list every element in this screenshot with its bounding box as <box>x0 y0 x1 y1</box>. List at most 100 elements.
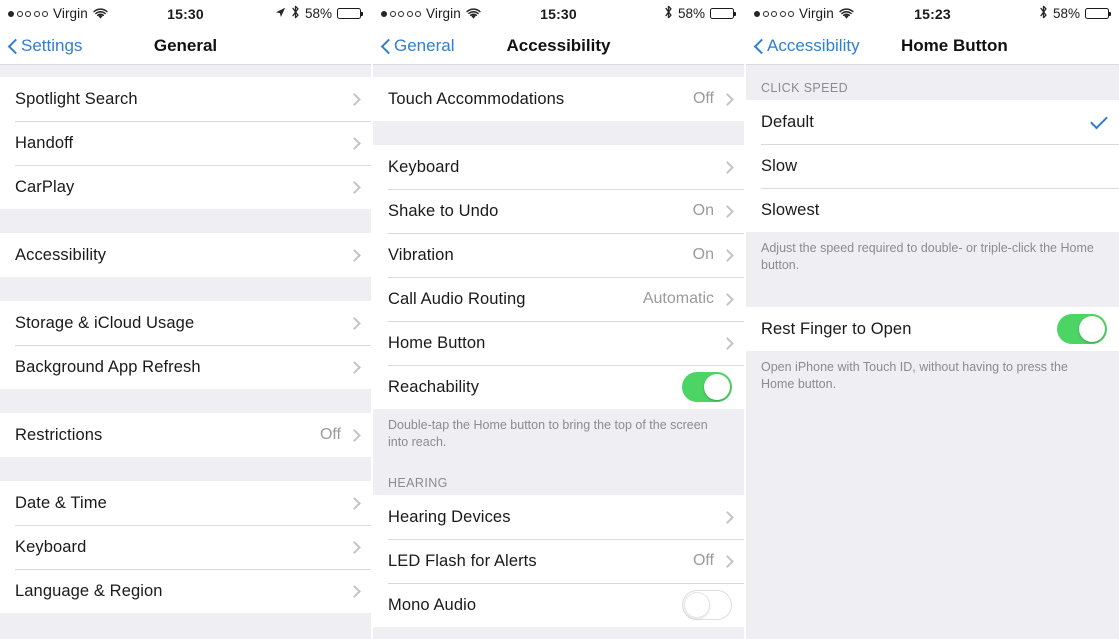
settings-group: Storage & iCloud Usage Background App Ref… <box>0 301 371 389</box>
battery-percentage: 58% <box>1052 6 1080 21</box>
phone-screen-1: Virgin 15:30 58% Settings General Spotlight S… <box>0 0 373 639</box>
list-item-label: Slow <box>761 156 798 175</box>
toggle-switch-on[interactable] <box>1057 314 1107 345</box>
navigation-bar: Accessibility Home Button <box>746 27 1119 65</box>
toggle-switch-off[interactable] <box>682 590 732 621</box>
list-item[interactable]: Spotlight Search <box>0 77 371 121</box>
chevron-right-icon <box>721 204 734 218</box>
list-item-accessory: Off <box>320 426 361 444</box>
list-item[interactable]: Slowest <box>746 188 1119 232</box>
settings-group: Rest Finger to Open <box>746 307 1119 352</box>
list-item-accessory <box>721 160 734 174</box>
settings-group: Hearing Devices LED Flash for Alerts Off Mo… <box>373 495 744 628</box>
navigation-bar: Settings General <box>0 27 371 65</box>
list-item-accessory <box>1057 314 1107 345</box>
list-item[interactable]: Vibration On <box>373 233 744 277</box>
list-item-label: CarPlay <box>15 177 75 196</box>
signal-dot <box>771 10 777 17</box>
signal-dot <box>42 10 48 17</box>
list-item-accessory: On <box>692 246 734 264</box>
back-button-label: Settings <box>21 35 83 55</box>
chevron-right-icon <box>721 248 734 262</box>
status-bar-right: 58% <box>664 5 737 22</box>
list-item[interactable]: Background App Refresh <box>0 345 371 389</box>
list-item[interactable]: Slow <box>746 144 1119 188</box>
wifi-icon <box>93 7 108 20</box>
signal-dot <box>389 10 396 17</box>
list-item[interactable]: LED Flash for Alerts Off <box>373 539 744 584</box>
list-item[interactable]: Keyboard <box>0 525 371 569</box>
list-item-label: Vibration <box>388 245 454 264</box>
chevron-right-icon <box>721 160 734 174</box>
signal-dot <box>415 10 421 17</box>
list-item[interactable]: Accessibility <box>0 233 371 277</box>
row-value: Off <box>692 90 714 107</box>
list-item-accessory <box>348 136 361 150</box>
list-item-label: Shake to Undo <box>388 201 499 220</box>
signal-strength-icon <box>754 10 794 17</box>
list-item[interactable]: Storage & iCloud Usage <box>0 301 371 345</box>
list-item-accessory <box>348 540 361 554</box>
page-title: Home Button <box>901 35 1008 55</box>
list-item-label: Spotlight Search <box>15 89 138 108</box>
carrier-name: Virgin <box>53 6 88 21</box>
phone-screen-2: Virgin 15:30 58% General Accessibility Touch … <box>373 0 746 639</box>
status-bar: Virgin 15:23 58% <box>746 0 1119 27</box>
section-gap <box>373 65 744 77</box>
settings-list: Spotlight Search Handoff CarPlay Accessibil… <box>0 65 371 639</box>
chevron-right-icon <box>348 496 361 510</box>
chevron-right-icon <box>348 360 361 374</box>
back-button[interactable]: General <box>381 36 454 56</box>
list-item[interactable]: Default <box>746 100 1119 144</box>
list-item-accessory: On <box>693 202 734 220</box>
chevron-right-icon <box>721 554 734 568</box>
signal-dot <box>8 10 14 17</box>
list-item[interactable]: Restrictions Off <box>0 413 371 457</box>
list-item-label: Call Audio Routing <box>388 289 526 308</box>
list-item-accessory <box>348 584 361 598</box>
section-footnote: Double-tap the Home button to bring the … <box>373 409 744 461</box>
status-bar-left: Virgin <box>754 6 854 21</box>
list-item[interactable]: Home Button <box>373 321 744 365</box>
chevron-right-icon <box>348 316 361 330</box>
empty-space <box>373 627 744 639</box>
list-item[interactable]: Keyboard <box>373 145 744 189</box>
status-bar: Virgin 15:30 58% <box>373 0 744 27</box>
list-item-accessory <box>348 92 361 106</box>
checkmark-icon <box>1090 111 1108 129</box>
toggle-switch-on[interactable] <box>682 372 732 402</box>
list-item[interactable]: Call Audio Routing Automatic <box>373 277 744 321</box>
chevron-right-icon <box>348 180 361 194</box>
list-item[interactable]: Shake to Undo On <box>373 189 744 233</box>
row-value: On <box>692 246 714 263</box>
list-item[interactable]: Reachability <box>373 365 744 409</box>
signal-strength-icon <box>8 10 48 17</box>
list-item-accessory: Automatic <box>643 290 734 308</box>
list-item[interactable]: Handoff <box>0 121 371 165</box>
list-item[interactable]: CarPlay <box>0 165 371 209</box>
list-item[interactable]: Date & Time <box>0 481 371 525</box>
back-button[interactable]: Accessibility <box>754 36 860 56</box>
back-button-label: General <box>394 35 455 55</box>
list-item[interactable]: Mono Audio <box>373 583 744 628</box>
settings-list: Touch Accommodations Off Keyboard Shake to … <box>373 65 744 639</box>
list-item-label: Slowest <box>761 200 820 219</box>
list-item[interactable]: Rest Finger to Open <box>746 307 1119 352</box>
back-button[interactable]: Settings <box>8 36 82 56</box>
chevron-left-icon <box>381 37 391 54</box>
status-bar-left: Virgin <box>381 6 481 21</box>
ios-settings-screenshots: Virgin 15:30 58% Settings General Spotlight S… <box>0 0 1119 639</box>
signal-dot <box>25 10 31 17</box>
list-item[interactable]: Hearing Devices <box>373 495 744 540</box>
list-item-accessory <box>721 336 734 350</box>
list-item[interactable]: Touch Accommodations Off <box>373 77 744 121</box>
signal-dot <box>33 10 40 17</box>
list-item[interactable]: Language & Region <box>0 569 371 613</box>
chevron-right-icon <box>348 584 361 598</box>
signal-dot <box>381 10 387 17</box>
list-item-accessory <box>348 316 361 330</box>
section-gap <box>0 277 371 301</box>
settings-group: Restrictions Off <box>0 413 371 457</box>
list-item-label: Handoff <box>15 133 74 152</box>
status-bar: Virgin 15:30 58% <box>0 0 371 27</box>
